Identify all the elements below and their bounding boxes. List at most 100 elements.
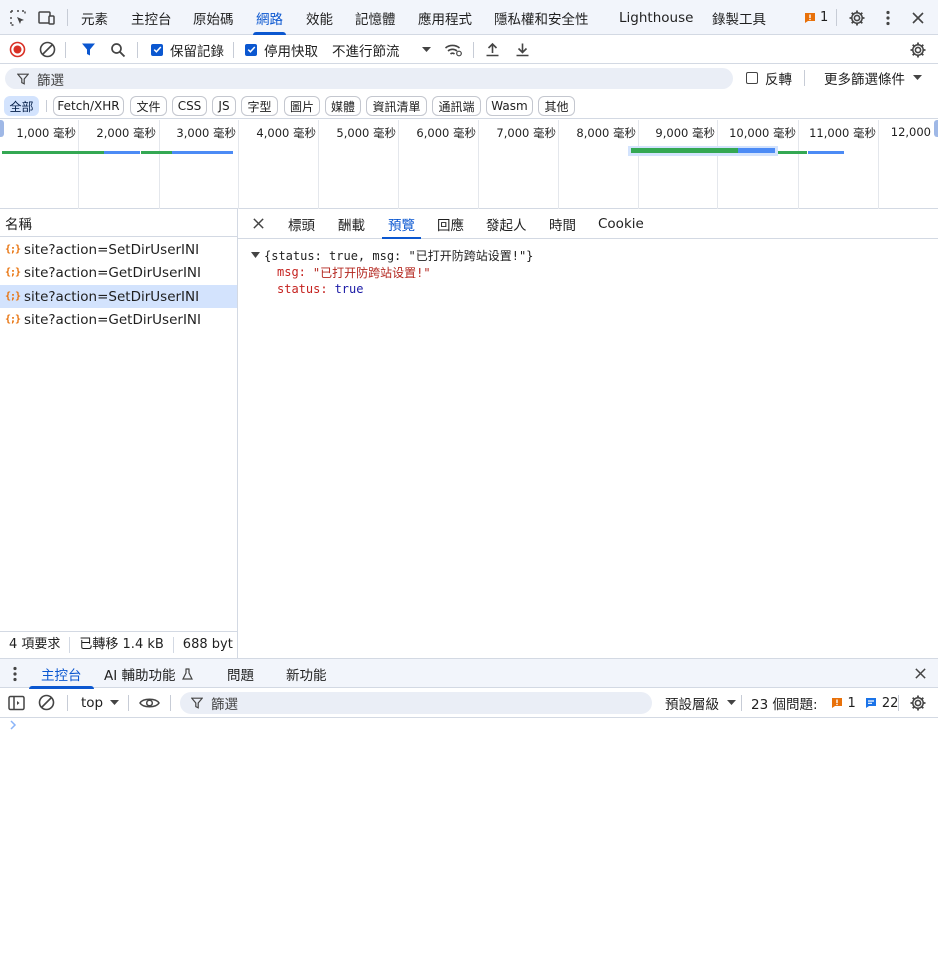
live-expression-eye-icon[interactable] bbox=[139, 696, 160, 710]
chip-websocket[interactable]: 通訊端 bbox=[432, 96, 481, 116]
network-toolbar: 保留記錄 停用快取 不進行節流 bbox=[0, 35, 938, 64]
chip-wasm[interactable]: Wasm bbox=[486, 96, 533, 116]
tab-payload[interactable]: 酬載 bbox=[338, 209, 365, 239]
json-root-node[interactable]: {status: true, msg: "已打开防跨站设置!"} bbox=[251, 247, 533, 263]
grid-line bbox=[238, 120, 239, 209]
sidebar-toggle-icon[interactable] bbox=[8, 695, 25, 711]
export-har-icon[interactable] bbox=[510, 35, 534, 64]
settings-gear-icon[interactable] bbox=[843, 0, 871, 35]
request-row[interactable]: {;} site?action=GetDirUserINI bbox=[0, 308, 237, 331]
tab-cookies[interactable]: Cookie bbox=[598, 209, 644, 239]
clear-console-icon[interactable] bbox=[38, 694, 55, 711]
inspect-element-icon[interactable] bbox=[4, 0, 32, 35]
chip-document[interactable]: 文件 bbox=[130, 96, 167, 116]
waterfall-bar bbox=[738, 148, 775, 153]
drawer-tab-issues[interactable]: 問題 bbox=[227, 659, 254, 689]
tab-memory[interactable]: 記憶體 bbox=[355, 0, 396, 35]
tab-console[interactable]: 主控台 bbox=[131, 0, 172, 35]
issues-count: 1 bbox=[820, 10, 829, 25]
tab-elements[interactable]: 元素 bbox=[81, 0, 108, 35]
console-settings-gear-icon[interactable] bbox=[909, 694, 927, 712]
chip-all[interactable]: 全部 bbox=[4, 96, 39, 116]
request-row[interactable]: {;} site?action=GetDirUserINI bbox=[0, 261, 237, 284]
network-settings-gear-icon[interactable] bbox=[906, 35, 930, 64]
console-issues-counter[interactable]: 23 個問題: 1 22 bbox=[751, 688, 898, 718]
more-options-icon[interactable] bbox=[874, 0, 902, 35]
drawer-tab-ai-assistance[interactable]: AI 輔助功能 bbox=[104, 659, 193, 689]
chip-fetch-xhr[interactable]: Fetch/XHR bbox=[53, 96, 124, 116]
chip-other[interactable]: 其他 bbox=[538, 96, 575, 116]
fetch-request-icon: {;} bbox=[5, 314, 21, 325]
request-name: site?action=GetDirUserINI bbox=[24, 311, 202, 328]
drawer-menu-icon[interactable] bbox=[12, 666, 18, 682]
filter-funnel-icon bbox=[191, 697, 203, 709]
request-count: 4 項要求 bbox=[0, 637, 71, 653]
divider bbox=[67, 695, 68, 711]
resources-size: 688 byt bbox=[182, 637, 233, 652]
grid-line bbox=[798, 120, 799, 209]
filter-funnel-icon bbox=[17, 73, 29, 85]
tab-initiator[interactable]: 發起人 bbox=[486, 209, 527, 239]
context-selector[interactable]: top bbox=[81, 688, 120, 718]
chevron-down-icon bbox=[421, 46, 431, 52]
chip-media[interactable]: 媒體 bbox=[325, 96, 361, 116]
close-drawer-icon[interactable] bbox=[914, 667, 927, 680]
tab-headers[interactable]: 標頭 bbox=[288, 209, 315, 239]
chip-image[interactable]: 圖片 bbox=[284, 96, 320, 116]
chevron-down-icon bbox=[727, 700, 736, 705]
import-har-icon[interactable] bbox=[480, 35, 504, 64]
disable-cache-checkbox[interactable]: 停用快取 bbox=[245, 35, 318, 64]
filter-funnel-icon[interactable] bbox=[76, 35, 100, 64]
clear-icon[interactable] bbox=[35, 35, 59, 64]
close-devtools-icon[interactable] bbox=[904, 0, 932, 35]
request-row[interactable]: {;} site?action=SetDirUserINI bbox=[0, 238, 237, 261]
invert-checkbox[interactable]: 反轉 bbox=[746, 64, 792, 92]
chip-css[interactable]: CSS bbox=[172, 96, 207, 116]
request-row-selected[interactable]: {;} site?action=SetDirUserINI bbox=[0, 285, 237, 308]
timeline-label: 9,000 毫秒 bbox=[655, 126, 715, 140]
chip-js[interactable]: JS bbox=[212, 96, 236, 116]
search-icon[interactable] bbox=[106, 35, 130, 64]
tab-lighthouse[interactable]: Lighthouse bbox=[619, 0, 693, 35]
divider bbox=[67, 9, 68, 26]
tab-response[interactable]: 回應 bbox=[437, 209, 464, 239]
tab-performance[interactable]: 效能 bbox=[306, 0, 333, 35]
chip-manifest[interactable]: 資訊清單 bbox=[366, 96, 427, 116]
grid-line bbox=[878, 120, 879, 209]
issues-label: 23 個問題: bbox=[751, 697, 818, 713]
checkbox-checked-icon bbox=[245, 43, 257, 56]
throttling-select[interactable]: 不進行節流 bbox=[332, 35, 431, 64]
drawer-tab-console[interactable]: 主控台 bbox=[29, 659, 93, 689]
divider bbox=[65, 42, 66, 58]
issues-counter[interactable]: 1 bbox=[804, 0, 828, 35]
overview-left-handle[interactable] bbox=[0, 120, 4, 137]
divider bbox=[128, 695, 129, 711]
tab-recorder[interactable]: 錄製工具 bbox=[712, 0, 766, 35]
preserve-log-checkbox[interactable]: 保留記錄 bbox=[151, 35, 224, 64]
tab-network[interactable]: 網路 bbox=[253, 0, 286, 35]
name-column-header[interactable]: 名稱 bbox=[0, 209, 238, 237]
overview-right-handle[interactable] bbox=[934, 120, 938, 137]
tab-privacy-security[interactable]: 隱私權和安全性 bbox=[494, 0, 589, 35]
close-detail-icon[interactable] bbox=[252, 217, 265, 230]
filter-bar: 篩選 反轉 更多篩選條件 bbox=[0, 64, 938, 92]
divider bbox=[46, 100, 47, 112]
log-levels-dropdown[interactable]: 預設層級 bbox=[665, 688, 736, 718]
drawer-tab-whats-new[interactable]: 新功能 bbox=[286, 659, 327, 689]
log-levels-label: 預設層級 bbox=[665, 697, 719, 713]
more-filters-dropdown[interactable]: 更多篩選條件 bbox=[824, 64, 922, 92]
json-boolean-value: true bbox=[334, 282, 364, 296]
device-toolbar-icon[interactable] bbox=[33, 0, 61, 35]
timeline-label: 2,000 毫秒 bbox=[96, 126, 156, 140]
network-conditions-icon[interactable] bbox=[441, 35, 465, 64]
tab-application[interactable]: 應用程式 bbox=[418, 0, 472, 35]
tab-preview[interactable]: 預覽 bbox=[382, 209, 421, 239]
network-overview-timeline[interactable]: 1,000 毫秒 2,000 毫秒 3,000 毫秒 4,000 毫秒 5,00… bbox=[0, 120, 938, 209]
filter-input[interactable]: 篩選 bbox=[5, 68, 733, 89]
chip-font[interactable]: 字型 bbox=[241, 96, 278, 116]
console-filter-input[interactable]: 篩選 bbox=[180, 692, 652, 714]
stop-recording-icon[interactable] bbox=[5, 35, 29, 64]
console-prompt[interactable] bbox=[10, 720, 17, 730]
tab-timing[interactable]: 時間 bbox=[549, 209, 576, 239]
tab-sources[interactable]: 原始碼 bbox=[193, 0, 234, 35]
